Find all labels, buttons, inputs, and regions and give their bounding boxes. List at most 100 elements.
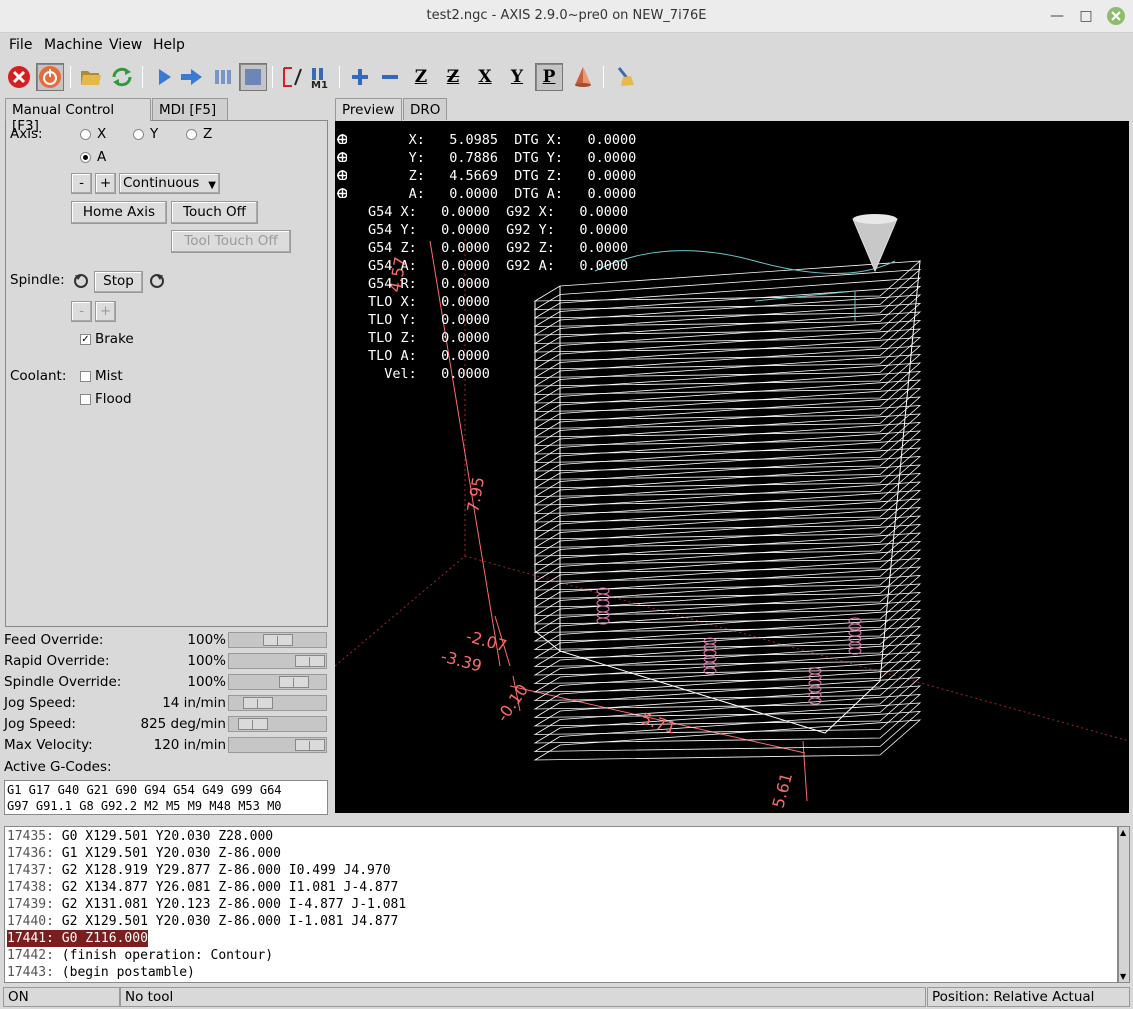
axis-a-radio[interactable]	[80, 152, 91, 163]
code-line[interactable]: 17436: G1 X129.501 Y20.030 Z-86.000	[5, 845, 1117, 862]
override-slider[interactable]	[228, 674, 327, 690]
extent-tick	[802, 740, 808, 802]
override-value: 825 deg/min	[140, 716, 226, 732]
clear-plot-icon[interactable]	[611, 63, 639, 91]
axis-x-label: X	[97, 126, 107, 142]
line-number: 17443:	[7, 965, 54, 980]
home-axis-button[interactable]: Home Axis	[71, 201, 167, 224]
override-slider[interactable]	[228, 632, 327, 648]
code-line[interactable]: 17440: G2 X129.501 Y20.030 Z-86.000 I-1.…	[5, 913, 1117, 930]
pause-icon[interactable]	[209, 63, 237, 91]
optional-stop-icon[interactable]: M1	[306, 63, 334, 91]
code-line[interactable]: 17438: G2 X134.877 Y26.081 Z-86.000 I1.0…	[5, 879, 1117, 896]
slider-knob[interactable]	[279, 676, 309, 688]
menu-help[interactable]: Help	[153, 37, 185, 53]
tab-preview[interactable]: Preview	[335, 98, 402, 121]
dro-line: TLO Y: 0.0000	[368, 312, 490, 328]
dro-line: A: 0.0000 DTG A: 0.0000	[368, 186, 637, 202]
tool-touch-off-button[interactable]: Tool Touch Off	[171, 230, 291, 253]
override-label: Feed Override:	[4, 632, 104, 648]
override-slider[interactable]	[228, 737, 327, 753]
tab-manual-control[interactable]: Manual Control [F3]	[5, 98, 151, 134]
axis-z-radio[interactable]	[186, 129, 197, 140]
gcode-listing[interactable]: 17435: G0 X129.501 Y20.030 Z28.000 17436:…	[4, 826, 1118, 983]
spindle-minus-button[interactable]: -	[71, 301, 92, 322]
slider-knob[interactable]	[295, 655, 325, 667]
block-delete-icon[interactable]	[278, 63, 306, 91]
menu-machine[interactable]: Machine	[44, 37, 103, 53]
tab-mdi[interactable]: MDI [F5]	[152, 98, 228, 120]
override-slider[interactable]	[228, 695, 327, 711]
estop-icon[interactable]	[5, 63, 33, 91]
toolbar: M1 Z Z X Y P	[0, 60, 1133, 96]
contour-ring	[703, 667, 717, 675]
jog-minus-button[interactable]: -	[71, 173, 92, 194]
jog-plus-button[interactable]: +	[95, 173, 116, 194]
code-line[interactable]: 17441: G0 Z116.000	[5, 930, 1117, 947]
brake-checkbox[interactable]: ✓	[80, 334, 91, 345]
slider-knob[interactable]	[263, 634, 293, 646]
spindle-cw-icon[interactable]	[146, 270, 168, 292]
dro-line: G54 X: 0.0000 G92 X: 0.0000	[368, 204, 629, 220]
line-text: G2 X129.501 Y20.030 Z-86.000 I-1.081 J4.…	[61, 914, 399, 929]
spindle-stop-button[interactable]: Stop	[94, 271, 143, 293]
spindle-ccw-icon[interactable]	[70, 270, 92, 292]
rotate-view-icon[interactable]	[569, 63, 597, 91]
slider-knob[interactable]	[243, 697, 273, 709]
dro-line: TLO Z: 0.0000	[368, 330, 490, 346]
homed-icon	[337, 134, 347, 144]
code-line[interactable]: 17443: (begin postamble)	[5, 964, 1117, 981]
flood-checkbox[interactable]	[80, 394, 91, 405]
minimize-icon[interactable]: —	[1047, 6, 1067, 26]
code-line[interactable]: 17439: G2 X131.081 Y20.123 Z-86.000 I-4.…	[5, 896, 1117, 913]
override-value: 100%	[187, 653, 226, 669]
zoom-in-icon[interactable]	[346, 63, 374, 91]
spindle-plus-button[interactable]: +	[95, 301, 116, 322]
override-label: Spindle Override:	[4, 674, 122, 690]
dro-line: X: 5.0985 DTG X: 0.0000	[368, 132, 637, 148]
touch-off-button[interactable]: Touch Off	[171, 201, 258, 224]
view-y-icon[interactable]: Y	[503, 63, 531, 91]
zoom-out-icon[interactable]	[376, 63, 404, 91]
line-text: (finish operation: Contour)	[61, 948, 274, 963]
open-file-icon[interactable]	[77, 63, 105, 91]
homed-icon	[337, 152, 347, 162]
tab-dro[interactable]: DRO	[403, 98, 447, 120]
view-z-icon[interactable]: Z	[407, 63, 435, 91]
status-state: ON	[3, 987, 120, 1007]
view-x-icon[interactable]: X	[471, 63, 499, 91]
line-text: G0 Z116.000	[61, 931, 148, 946]
slider-knob[interactable]	[295, 739, 325, 751]
dro-line: G54 R: 0.0000	[368, 276, 490, 292]
slider-knob[interactable]	[238, 718, 268, 730]
scroll-up-icon[interactable]: ▲	[1120, 828, 1126, 837]
reload-icon[interactable]	[108, 63, 136, 91]
override-label: Jog Speed:	[4, 716, 76, 732]
scroll-down-icon[interactable]: ▼	[1120, 972, 1126, 981]
line-number: 17438:	[7, 880, 54, 895]
axis-x-radio[interactable]	[80, 129, 91, 140]
maximize-icon[interactable]: □	[1076, 6, 1096, 26]
code-line[interactable]: 17437: G2 X128.919 Y29.877 Z-86.000 I0.4…	[5, 862, 1117, 879]
override-slider[interactable]	[228, 716, 327, 732]
run-icon[interactable]	[150, 63, 178, 91]
menu-file[interactable]: File	[9, 37, 32, 53]
line-number: 17442:	[7, 948, 54, 963]
window-title: test2.ngc - AXIS 2.9.0~pre0 on NEW_7i76E	[426, 8, 707, 23]
code-line[interactable]: 17435: G0 X129.501 Y20.030 Z28.000	[5, 828, 1117, 845]
code-scrollbar[interactable]: ▲ ▼	[1118, 826, 1130, 983]
menu-view[interactable]: View	[109, 37, 142, 53]
code-line[interactable]: 17442: (finish operation: Contour)	[5, 947, 1117, 964]
power-icon[interactable]	[36, 63, 64, 91]
step-icon[interactable]	[178, 63, 206, 91]
line-number: 17439:	[7, 897, 54, 912]
override-slider[interactable]	[228, 653, 327, 669]
close-window-icon[interactable]	[1106, 6, 1126, 26]
view-z2-icon[interactable]: Z	[439, 63, 467, 91]
mist-checkbox[interactable]	[80, 371, 91, 382]
stop-icon[interactable]	[239, 63, 267, 91]
dro-line: Vel: 0.0000	[368, 366, 490, 382]
jog-mode-select[interactable]: Continuous ▼	[119, 173, 220, 194]
axis-y-radio[interactable]	[133, 129, 144, 140]
view-p-icon[interactable]: P	[535, 63, 563, 91]
